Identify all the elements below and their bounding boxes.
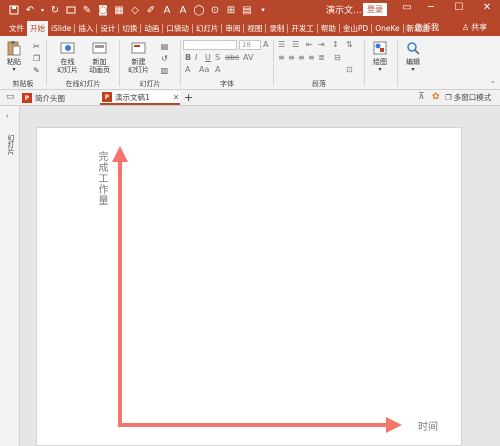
y-axis-arrow-head [112,146,128,162]
x-axis-label[interactable]: 时间 [418,418,438,433]
x-axis-arrow-head [386,417,402,433]
y-axis-label[interactable]: 完成工作量 [94,151,109,206]
axes-drawing [112,146,402,433]
